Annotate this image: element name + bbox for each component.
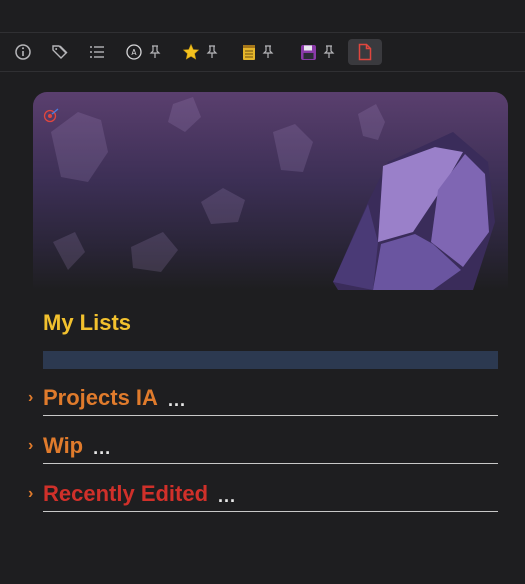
list-button[interactable] bbox=[86, 39, 108, 65]
more-options-button[interactable]: ... bbox=[93, 434, 111, 459]
star-button[interactable] bbox=[180, 39, 220, 65]
list-item-projects-ia[interactable]: › Projects IA ... bbox=[28, 381, 498, 415]
more-options-button[interactable]: ... bbox=[218, 482, 236, 507]
document-button[interactable] bbox=[348, 39, 382, 65]
list-item-label[interactable]: Wip bbox=[43, 433, 83, 459]
list-item-label[interactable]: Projects IA bbox=[43, 385, 158, 411]
star-icon bbox=[182, 43, 200, 60]
pin-icon bbox=[262, 45, 274, 58]
list-item-recently-edited[interactable]: › Recently Edited ... bbox=[28, 477, 498, 511]
calendar-icon bbox=[243, 45, 255, 60]
chevron-right-icon[interactable]: › bbox=[28, 389, 43, 407]
banner-image bbox=[33, 92, 508, 290]
page-title: My Lists bbox=[43, 310, 132, 335]
calendar-button[interactable] bbox=[240, 39, 276, 65]
list-item-label[interactable]: Recently Edited bbox=[43, 481, 208, 507]
target-icon bbox=[43, 108, 59, 123]
pin-icon bbox=[206, 45, 218, 58]
pin-icon bbox=[149, 45, 161, 58]
search-input[interactable] bbox=[43, 351, 498, 369]
divider bbox=[43, 415, 498, 416]
toolbar: A bbox=[0, 33, 525, 72]
floppy-disk-icon bbox=[300, 44, 316, 60]
chevron-right-icon[interactable]: › bbox=[28, 485, 43, 503]
tags-button[interactable] bbox=[49, 39, 71, 65]
badge-icon: A bbox=[126, 44, 142, 60]
divider bbox=[43, 463, 498, 464]
more-options-button[interactable]: ... bbox=[168, 386, 186, 411]
list-icon bbox=[90, 46, 104, 58]
svg-text:A: A bbox=[131, 48, 137, 57]
window-top-bar bbox=[0, 0, 525, 33]
save-button[interactable] bbox=[298, 39, 336, 65]
document-icon bbox=[358, 43, 372, 61]
chevron-right-icon[interactable]: › bbox=[28, 437, 43, 455]
badge-button[interactable]: A bbox=[123, 39, 163, 65]
divider bbox=[43, 511, 498, 512]
pin-icon bbox=[323, 45, 334, 58]
info-icon bbox=[15, 44, 31, 60]
info-button[interactable] bbox=[12, 39, 34, 65]
tags-icon bbox=[52, 45, 68, 59]
list-item-wip[interactable]: › Wip ... bbox=[28, 429, 498, 463]
